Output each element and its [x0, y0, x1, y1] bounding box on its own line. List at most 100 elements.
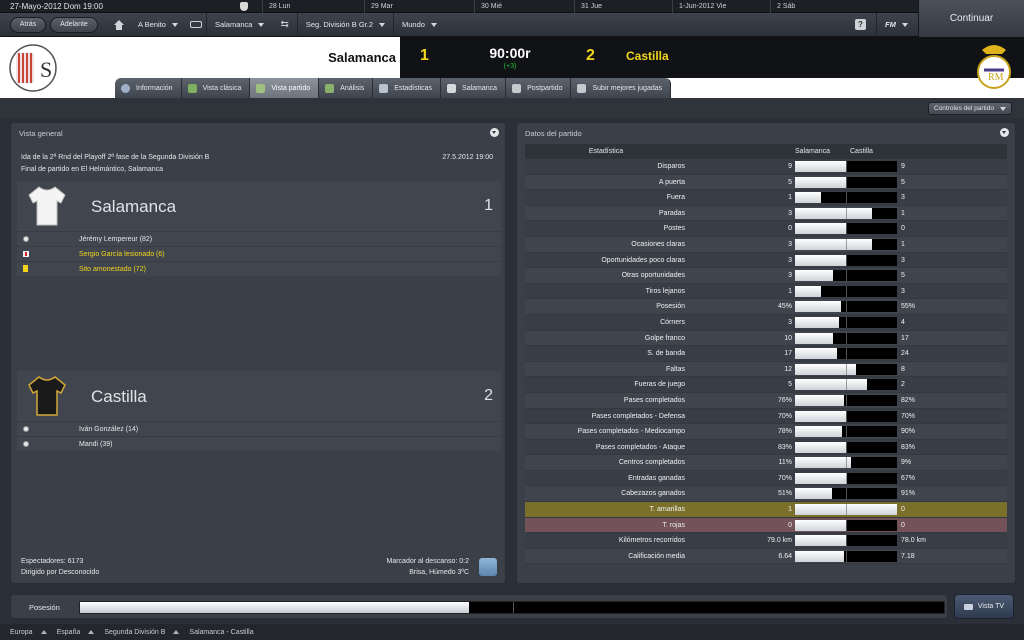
home-team-name[interactable]: Salamanca: [91, 197, 176, 217]
stat-home-fill: [795, 332, 833, 344]
world-menu[interactable]: Mundo: [393, 12, 445, 37]
stat-away-value: 1: [901, 240, 905, 248]
event-text[interactable]: Mandi (39): [79, 441, 112, 448]
stat-midline: [846, 254, 847, 266]
away-team-name[interactable]: Castilla: [91, 387, 147, 407]
stat-midline: [846, 176, 847, 188]
stat-home-fill: [795, 270, 834, 282]
away-team-row: Castilla 2: [17, 371, 501, 421]
away-team-name[interactable]: Castilla: [626, 49, 669, 63]
match-controls-dropdown[interactable]: Controles del partido: [928, 102, 1012, 115]
stat-comparison-bar: [795, 472, 897, 484]
whistle-icon: [512, 83, 522, 93]
calendar-day[interactable]: 2 Sáb: [770, 0, 918, 13]
stats-row: Oportunidades poco claras 3 3: [525, 252, 1007, 269]
event-text[interactable]: Sito amonestado (72): [79, 266, 146, 273]
tab-label: Análisis: [340, 84, 365, 92]
panel-menu-icon[interactable]: [1000, 128, 1009, 137]
home-team-goals: 1: [484, 197, 493, 214]
stat-label: Pases completados: [623, 396, 685, 404]
panel-title: Datos del partido: [525, 129, 582, 138]
home-team-row: Salamanca 1: [17, 181, 501, 231]
stats-table: Estadística Salamanca Castilla Disparos 9…: [525, 144, 1007, 565]
fm-menu-label: FM: [885, 20, 896, 29]
help-button[interactable]: ?: [855, 19, 866, 30]
club-menu[interactable]: Salamanca: [205, 12, 273, 37]
stat-comparison-bar: [795, 301, 897, 313]
stat-label: Otras oportunidades: [621, 272, 685, 280]
tab-analisis[interactable]: Análisis: [319, 78, 374, 98]
svg-text:S: S: [40, 57, 52, 82]
stats-row: Fueras de juego 5 2: [525, 377, 1007, 393]
fm-menu[interactable]: FM: [876, 12, 918, 37]
tab-salamanca[interactable]: Salamanca: [441, 78, 507, 98]
breadcrumb: Europa España Segunda División B Salaman…: [0, 624, 1024, 640]
back-button[interactable]: Atrás: [10, 16, 46, 33]
calendar-day[interactable]: 30 Mié: [474, 0, 564, 13]
stat-away-value: 3: [901, 256, 905, 264]
stat-midline: [846, 535, 847, 547]
stat-home-value: 9: [788, 163, 792, 170]
stat-home-fill: [795, 394, 844, 406]
breadcrumb-item[interactable]: Salamanca - Castilla: [179, 629, 253, 636]
tab-postpartido[interactable]: Postpartido: [506, 78, 572, 98]
competition-menu[interactable]: Seg. División B Gr.2: [296, 12, 393, 37]
tab-label: Subir mejores jugadas: [592, 84, 663, 92]
stats-row: T. rojas 0 0: [525, 517, 1007, 534]
stat-label: Fuera: [666, 194, 685, 202]
calendar-day[interactable]: 1-Jun-2012 Vie: [672, 0, 770, 13]
stat-midline: [846, 161, 847, 172]
stat-home-fill: [795, 207, 872, 219]
event-text[interactable]: Sergio García lesionado (6): [79, 251, 165, 258]
tab-informacion[interactable]: Información: [115, 78, 182, 98]
tab-label: Vista partido: [271, 84, 311, 92]
breadcrumb-item[interactable]: España: [47, 629, 95, 636]
calendar-day[interactable]: 28 Lun: [262, 0, 342, 13]
home-icon[interactable]: [114, 19, 124, 30]
stat-home-fill: [795, 379, 868, 391]
stat-home-fill: [795, 519, 846, 531]
calendar-day[interactable]: 29 Mar: [364, 0, 464, 13]
tab-label: Vista clásica: [202, 84, 242, 92]
tab-estadisticas[interactable]: Estadísticas: [373, 78, 442, 98]
stats-row: A puerta 5 5: [525, 174, 1007, 191]
home-team-name[interactable]: Salamanca: [310, 37, 400, 78]
stats-row: Entradas ganadas 70% 67%: [525, 470, 1007, 487]
breadcrumb-item[interactable]: Segunda División B: [94, 629, 180, 636]
stat-midline: [846, 488, 847, 500]
stats-row: Pases completados - Defensa 70% 70%: [525, 408, 1007, 425]
tv-view-button[interactable]: Vista TV: [954, 594, 1014, 619]
event-row: Sergio García lesionado (6): [17, 246, 501, 261]
event-text[interactable]: Jérémy Lempereur (82): [79, 236, 152, 243]
continue-button[interactable]: Continuar: [918, 0, 1024, 37]
stat-home-value: 10: [784, 334, 792, 342]
stat-home-fill: [795, 161, 846, 172]
manager-menu[interactable]: A Benito: [130, 13, 186, 37]
weather-icon: [479, 558, 497, 576]
transfer-arrows-icon[interactable]: ⇆: [280, 19, 288, 30]
goal-ball-icon: [23, 236, 29, 242]
calendar-day[interactable]: 31 Jue: [574, 0, 664, 13]
tab-label: Estadísticas: [394, 84, 433, 92]
stat-comparison-bar: [795, 285, 897, 297]
stat-comparison-bar: [795, 348, 897, 360]
tab-vista-partido[interactable]: Vista partido: [250, 78, 320, 98]
away-team-goals: 2: [484, 387, 493, 404]
stat-home-fill: [795, 254, 846, 266]
panel-menu-icon[interactable]: [490, 128, 499, 137]
stat-midline: [846, 270, 847, 282]
stat-comparison-bar: [795, 223, 897, 235]
stat-away-value: 2: [901, 381, 905, 389]
bed-icon[interactable]: [189, 21, 202, 28]
stat-home-value: 79.0 km: [767, 537, 792, 545]
stat-away-value: 17: [901, 334, 909, 342]
stat-home-value: 70%: [777, 412, 792, 420]
tab-subir-mejores-jugadas[interactable]: Subir mejores jugadas: [571, 78, 672, 98]
event-text[interactable]: Iván González (14): [79, 426, 138, 433]
tab-vista-clasica[interactable]: Vista clásica: [181, 78, 251, 98]
breadcrumb-item[interactable]: Europa: [0, 629, 47, 636]
possession-label: Posesión: [29, 603, 60, 612]
stat-label: Tiros lejanos: [645, 287, 685, 295]
forward-button[interactable]: Adelante: [50, 16, 98, 33]
stat-comparison-bar: [795, 441, 897, 453]
